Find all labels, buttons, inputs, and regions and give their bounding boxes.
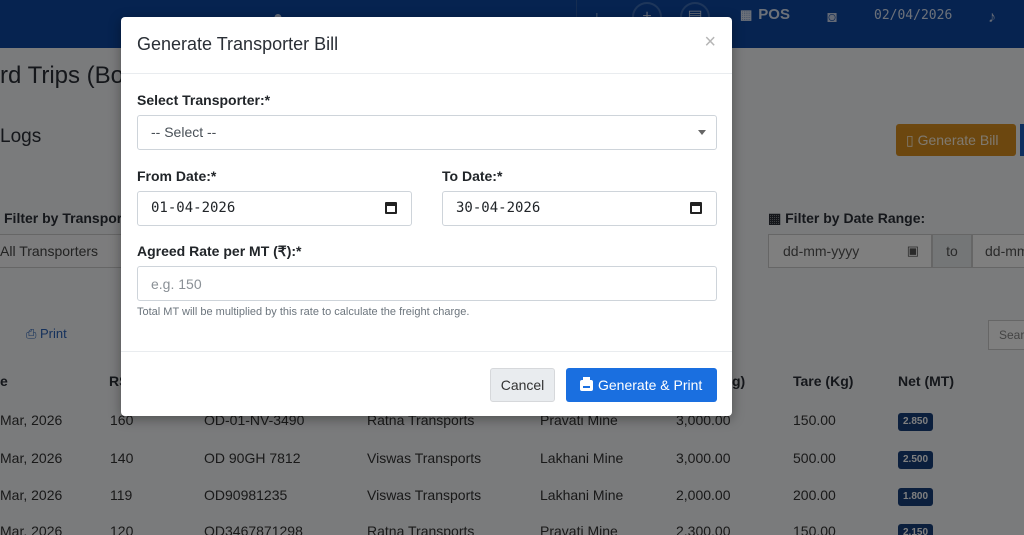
transporter-select-value: -- Select -- bbox=[151, 124, 217, 140]
close-icon[interactable]: × bbox=[704, 31, 716, 54]
chevron-down-icon bbox=[698, 130, 706, 135]
modal-footer: Cancel Generate & Print bbox=[121, 351, 732, 416]
generate-print-button[interactable]: Generate & Print bbox=[566, 368, 717, 402]
rate-per-mt-input[interactable] bbox=[137, 266, 717, 301]
to-date-input[interactable]: 30-04-2026 bbox=[442, 191, 717, 226]
generate-print-label: Generate & Print bbox=[598, 377, 703, 393]
calendar-icon[interactable] bbox=[385, 202, 397, 214]
to-date-value: 30-04-2026 bbox=[456, 200, 541, 216]
rate-label: Agreed Rate per MT (₹):* bbox=[137, 243, 302, 259]
print-icon bbox=[580, 377, 593, 391]
modal-header: Generate Transporter Bill × bbox=[121, 17, 732, 74]
from-date-value: 01-04-2026 bbox=[151, 200, 236, 216]
transporter-select[interactable]: -- Select -- bbox=[137, 115, 717, 150]
to-date-label: To Date:* bbox=[442, 168, 503, 184]
rate-help-text: Total MT will be multiplied by this rate… bbox=[137, 306, 470, 318]
calendar-icon[interactable] bbox=[690, 202, 702, 214]
from-date-label: From Date:* bbox=[137, 168, 217, 184]
modal-title: Generate Transporter Bill bbox=[137, 34, 339, 54]
cancel-button[interactable]: Cancel bbox=[490, 368, 555, 402]
transporter-label: Select Transporter:* bbox=[137, 92, 271, 108]
generate-transporter-bill-modal: Generate Transporter Bill × Select Trans… bbox=[121, 17, 732, 416]
from-date-input[interactable]: 01-04-2026 bbox=[137, 191, 412, 226]
